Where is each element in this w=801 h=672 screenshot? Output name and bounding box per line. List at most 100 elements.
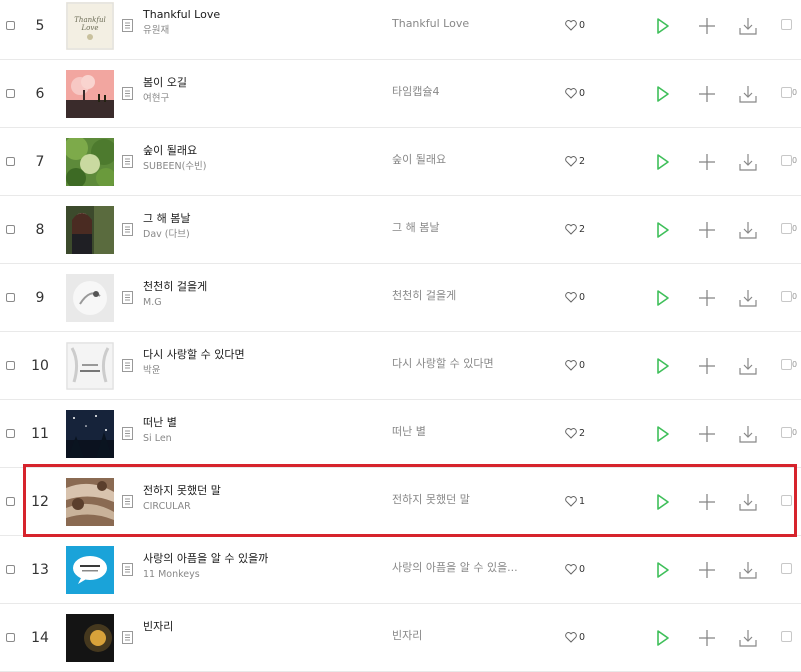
play-icon[interactable] [652,492,672,512]
play-icon[interactable] [652,84,672,104]
album-art[interactable] [66,70,114,118]
album-art[interactable] [66,342,114,390]
more-button[interactable]: 0 [781,427,797,438]
more-button[interactable]: 0 [781,359,797,370]
like-button[interactable]: 0 [565,561,585,577]
download-icon[interactable] [738,152,758,172]
song-artist[interactable]: 박윤 [143,364,160,378]
plus-icon[interactable] [697,560,717,580]
album-title[interactable]: 다시 사랑할 수 있다면 [392,356,542,372]
play-icon[interactable] [652,424,672,444]
album-art[interactable] [66,614,114,662]
play-icon[interactable] [652,288,672,308]
song-artist[interactable]: Dav (다브) [143,228,190,242]
download-icon[interactable] [738,356,758,376]
download-icon[interactable] [738,16,758,36]
play-icon[interactable] [652,220,672,240]
download-icon[interactable] [738,220,758,240]
song-title[interactable]: 전하지 못했던 말 [143,483,221,499]
album-art[interactable] [66,138,114,186]
album-title[interactable]: 그 해 봄날 [392,220,542,236]
album-art[interactable] [66,274,114,322]
album-art[interactable] [66,206,114,254]
song-artist[interactable]: 유원재 [143,24,169,38]
info-doc-icon[interactable] [122,223,133,236]
like-button[interactable]: 0 [565,289,585,305]
play-icon[interactable] [652,356,672,376]
info-doc-icon[interactable] [122,155,133,168]
song-title[interactable]: 천천히 걸을게 [143,279,207,295]
download-icon[interactable] [738,424,758,444]
album-title[interactable]: 빈자리 [392,628,542,644]
row-checkbox[interactable] [6,429,15,438]
info-doc-icon[interactable] [122,631,133,644]
song-title[interactable]: 떠난 별 [143,415,177,431]
like-button[interactable]: 2 [565,153,585,169]
plus-icon[interactable] [697,356,717,376]
song-title[interactable]: 봄이 오길 [143,75,187,91]
download-icon[interactable] [738,560,758,580]
info-doc-icon[interactable] [122,19,133,32]
info-doc-icon[interactable] [122,495,133,508]
song-artist[interactable]: Si Len [143,432,172,446]
more-button[interactable] [781,631,792,642]
row-checkbox[interactable] [6,361,15,370]
download-icon[interactable] [738,288,758,308]
song-title[interactable]: 빈자리 [143,619,173,635]
info-doc-icon[interactable] [122,427,133,440]
download-icon[interactable] [738,84,758,104]
download-icon[interactable] [738,628,758,648]
row-checkbox[interactable] [6,21,15,30]
like-button[interactable]: 2 [565,221,585,237]
song-artist[interactable]: M.G [143,296,162,310]
row-checkbox[interactable] [6,293,15,302]
plus-icon[interactable] [697,628,717,648]
info-doc-icon[interactable] [122,359,133,372]
more-button[interactable] [781,563,792,574]
song-title[interactable]: 숲이 될래요 [143,143,197,159]
plus-icon[interactable] [697,288,717,308]
song-artist[interactable]: 여현구 [143,92,169,106]
play-icon[interactable] [652,560,672,580]
album-title[interactable]: 떠난 별 [392,424,542,440]
album-title[interactable]: 사랑의 아픔을 알 수 있을... [392,560,542,576]
row-checkbox[interactable] [6,497,15,506]
row-checkbox[interactable] [6,633,15,642]
album-art[interactable]: Thankful Love [66,2,114,50]
song-title[interactable]: 다시 사랑할 수 있다면 [143,347,245,363]
row-checkbox[interactable] [6,89,15,98]
plus-icon[interactable] [697,424,717,444]
more-button[interactable]: 0 [781,155,797,166]
more-button[interactable] [781,19,792,30]
album-title[interactable]: 타임캡슐4 [392,84,542,100]
album-title[interactable]: Thankful Love [392,16,542,32]
song-artist[interactable]: CIRCULAR [143,500,191,514]
album-art[interactable] [66,478,114,526]
song-title[interactable]: 사랑의 아픔을 알 수 있을까 [143,551,268,567]
more-button[interactable] [781,495,792,506]
plus-icon[interactable] [697,16,717,36]
more-button[interactable]: 0 [781,223,797,234]
plus-icon[interactable] [697,84,717,104]
download-icon[interactable] [738,492,758,512]
album-title[interactable]: 숲이 될래요 [392,152,542,168]
like-button[interactable]: 0 [565,85,585,101]
info-doc-icon[interactable] [122,563,133,576]
play-icon[interactable] [652,152,672,172]
song-title[interactable]: 그 해 봄날 [143,211,190,227]
info-doc-icon[interactable] [122,87,133,100]
album-art[interactable] [66,546,114,594]
like-button[interactable]: 0 [565,629,585,645]
plus-icon[interactable] [697,152,717,172]
more-button[interactable]: 0 [781,87,797,98]
row-checkbox[interactable] [6,157,15,166]
info-doc-icon[interactable] [122,291,133,304]
album-title[interactable]: 전하지 못했던 말 [392,492,542,508]
plus-icon[interactable] [697,220,717,240]
plus-icon[interactable] [697,492,717,512]
like-button[interactable]: 0 [565,357,585,373]
more-button[interactable]: 0 [781,291,797,302]
song-artist[interactable]: 11 Monkeys [143,568,200,582]
like-button[interactable]: 0 [565,17,585,33]
song-title[interactable]: Thankful Love [143,7,220,23]
